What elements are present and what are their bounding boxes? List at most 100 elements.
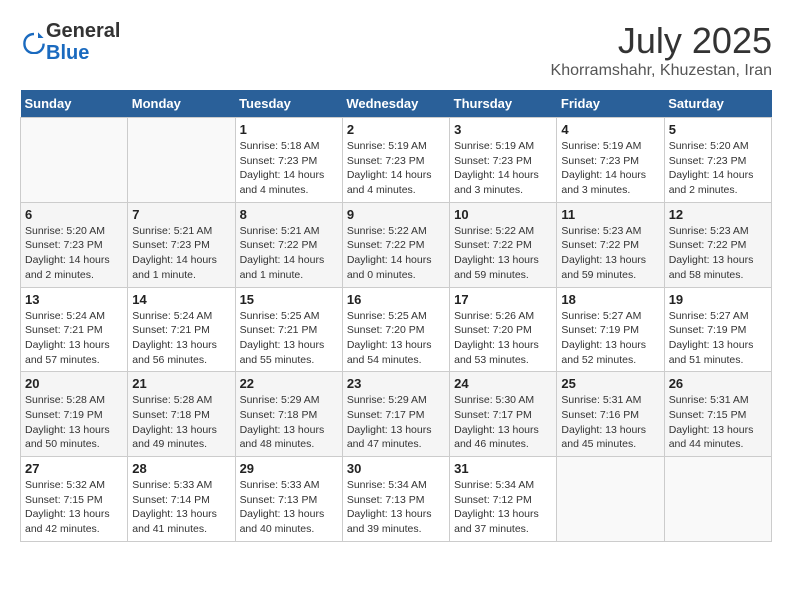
day-number: 2 [347,122,445,137]
day-info: Sunrise: 5:19 AM Sunset: 7:23 PM Dayligh… [454,139,552,198]
day-of-week-header: Monday [128,90,235,118]
day-info: Sunrise: 5:20 AM Sunset: 7:23 PM Dayligh… [25,224,123,283]
logo-general-text: General [46,20,120,42]
day-number: 22 [240,376,338,391]
day-number: 6 [25,207,123,222]
month-title: July 2025 [551,20,772,62]
day-info: Sunrise: 5:29 AM Sunset: 7:18 PM Dayligh… [240,393,338,452]
calendar-cell: 27Sunrise: 5:32 AM Sunset: 7:15 PM Dayli… [21,457,128,542]
calendar-cell: 9 Sunrise: 5:22 AM Sunset: 7:22 PM Daylig… [342,202,449,287]
calendar-cell: 14 Sunrise: 5:24 AM Sunset: 7:21 PM Dayli… [128,287,235,372]
day-number: 5 [669,122,767,137]
day-info: Sunrise: 5:34 AM Sunset: 7:12 PM Dayligh… [454,478,552,537]
calendar-week-row: 1 Sunrise: 5:18 AM Sunset: 7:23 PM Daylig… [21,118,772,203]
calendar-week-row: 27Sunrise: 5:32 AM Sunset: 7:15 PM Dayli… [21,457,772,542]
day-number: 9 [347,207,445,222]
calendar-cell [557,457,664,542]
calendar-cell [664,457,771,542]
calendar-cell: 28Sunrise: 5:33 AM Sunset: 7:14 PM Dayli… [128,457,235,542]
day-info: Sunrise: 5:19 AM Sunset: 7:23 PM Dayligh… [561,139,659,198]
day-of-week-header: Thursday [450,90,557,118]
calendar-cell: 23Sunrise: 5:29 AM Sunset: 7:17 PM Dayli… [342,372,449,457]
day-number: 3 [454,122,552,137]
day-number: 17 [454,292,552,307]
day-number: 29 [240,461,338,476]
calendar-cell: 3 Sunrise: 5:19 AM Sunset: 7:23 PM Daylig… [450,118,557,203]
day-number: 8 [240,207,338,222]
day-info: Sunrise: 5:30 AM Sunset: 7:17 PM Dayligh… [454,393,552,452]
title-block: July 2025 Khorramshahr, Khuzestan, Iran [551,20,772,80]
page-header: General Blue July 2025 Khorramshahr, Khu… [20,20,772,80]
day-info: Sunrise: 5:23 AM Sunset: 7:22 PM Dayligh… [561,224,659,283]
day-info: Sunrise: 5:28 AM Sunset: 7:19 PM Dayligh… [25,393,123,452]
day-info: Sunrise: 5:24 AM Sunset: 7:21 PM Dayligh… [132,309,230,368]
logo-icon [22,30,46,54]
day-number: 10 [454,207,552,222]
logo-blue-text: Blue [46,42,89,64]
calendar-cell: 19Sunrise: 5:27 AM Sunset: 7:19 PM Dayli… [664,287,771,372]
calendar-cell: 10Sunrise: 5:22 AM Sunset: 7:22 PM Dayli… [450,202,557,287]
calendar-week-row: 6 Sunrise: 5:20 AM Sunset: 7:23 PM Daylig… [21,202,772,287]
day-of-week-header: Wednesday [342,90,449,118]
calendar-cell: 18Sunrise: 5:27 AM Sunset: 7:19 PM Dayli… [557,287,664,372]
calendar-cell: 25 Sunrise: 5:31 AM Sunset: 7:16 PM Dayli… [557,372,664,457]
day-number: 31 [454,461,552,476]
day-number: 19 [669,292,767,307]
day-number: 12 [669,207,767,222]
calendar-cell: 8 Sunrise: 5:21 AM Sunset: 7:22 PM Daylig… [235,202,342,287]
day-info: Sunrise: 5:20 AM Sunset: 7:23 PM Dayligh… [669,139,767,198]
calendar-cell: 12 Sunrise: 5:23 AM Sunset: 7:22 PM Dayli… [664,202,771,287]
calendar-cell: 6 Sunrise: 5:20 AM Sunset: 7:23 PM Daylig… [21,202,128,287]
day-info: Sunrise: 5:33 AM Sunset: 7:13 PM Dayligh… [240,478,338,537]
calendar-cell: 4 Sunrise: 5:19 AM Sunset: 7:23 PM Daylig… [557,118,664,203]
calendar-cell: 31 Sunrise: 5:34 AM Sunset: 7:12 PM Dayli… [450,457,557,542]
calendar-cell: 13 Sunrise: 5:24 AM Sunset: 7:21 PM Dayli… [21,287,128,372]
day-number: 30 [347,461,445,476]
calendar-cell: 7 Sunrise: 5:21 AM Sunset: 7:23 PM Daylig… [128,202,235,287]
day-number: 25 [561,376,659,391]
day-info: Sunrise: 5:24 AM Sunset: 7:21 PM Dayligh… [25,309,123,368]
calendar-week-row: 20 Sunrise: 5:28 AM Sunset: 7:19 PM Dayli… [21,372,772,457]
day-info: Sunrise: 5:31 AM Sunset: 7:16 PM Dayligh… [561,393,659,452]
calendar-cell: 29 Sunrise: 5:33 AM Sunset: 7:13 PM Dayli… [235,457,342,542]
day-info: Sunrise: 5:21 AM Sunset: 7:22 PM Dayligh… [240,224,338,283]
day-info: Sunrise: 5:25 AM Sunset: 7:20 PM Dayligh… [347,309,445,368]
day-number: 16 [347,292,445,307]
day-info: Sunrise: 5:21 AM Sunset: 7:23 PM Dayligh… [132,224,230,283]
calendar-cell: 5 Sunrise: 5:20 AM Sunset: 7:23 PM Daylig… [664,118,771,203]
calendar-cell: 1 Sunrise: 5:18 AM Sunset: 7:23 PM Daylig… [235,118,342,203]
day-number: 7 [132,207,230,222]
calendar-cell: 16 Sunrise: 5:25 AM Sunset: 7:20 PM Dayli… [342,287,449,372]
day-number: 14 [132,292,230,307]
day-info: Sunrise: 5:22 AM Sunset: 7:22 PM Dayligh… [347,224,445,283]
day-info: Sunrise: 5:28 AM Sunset: 7:18 PM Dayligh… [132,393,230,452]
day-info: Sunrise: 5:25 AM Sunset: 7:21 PM Dayligh… [240,309,338,368]
day-number: 18 [561,292,659,307]
day-number: 13 [25,292,123,307]
day-info: Sunrise: 5:23 AM Sunset: 7:22 PM Dayligh… [669,224,767,283]
day-number: 11 [561,207,659,222]
calendar-cell: 24Sunrise: 5:30 AM Sunset: 7:17 PM Dayli… [450,372,557,457]
day-number: 1 [240,122,338,137]
calendar-cell: 17Sunrise: 5:26 AM Sunset: 7:20 PM Dayli… [450,287,557,372]
calendar-cell: 15 Sunrise: 5:25 AM Sunset: 7:21 PM Dayli… [235,287,342,372]
day-info: Sunrise: 5:18 AM Sunset: 7:23 PM Dayligh… [240,139,338,198]
day-of-week-header: Sunday [21,90,128,118]
calendar-cell: 30Sunrise: 5:34 AM Sunset: 7:13 PM Dayli… [342,457,449,542]
calendar-week-row: 13 Sunrise: 5:24 AM Sunset: 7:21 PM Dayli… [21,287,772,372]
day-of-week-header: Saturday [664,90,771,118]
logo: General Blue [20,20,120,64]
location-subtitle: Khorramshahr, Khuzestan, Iran [551,62,772,80]
day-info: Sunrise: 5:19 AM Sunset: 7:23 PM Dayligh… [347,139,445,198]
calendar-cell: 22 Sunrise: 5:29 AM Sunset: 7:18 PM Dayli… [235,372,342,457]
calendar-cell: 20 Sunrise: 5:28 AM Sunset: 7:19 PM Dayli… [21,372,128,457]
calendar-cell: 21 Sunrise: 5:28 AM Sunset: 7:18 PM Dayli… [128,372,235,457]
calendar-cell: 2 Sunrise: 5:19 AM Sunset: 7:23 PM Daylig… [342,118,449,203]
day-number: 4 [561,122,659,137]
day-number: 21 [132,376,230,391]
day-info: Sunrise: 5:32 AM Sunset: 7:15 PM Dayligh… [25,478,123,537]
day-of-week-header: Tuesday [235,90,342,118]
day-number: 20 [25,376,123,391]
day-number: 15 [240,292,338,307]
calendar-table: SundayMondayTuesdayWednesdayThursdayFrid… [20,90,772,542]
